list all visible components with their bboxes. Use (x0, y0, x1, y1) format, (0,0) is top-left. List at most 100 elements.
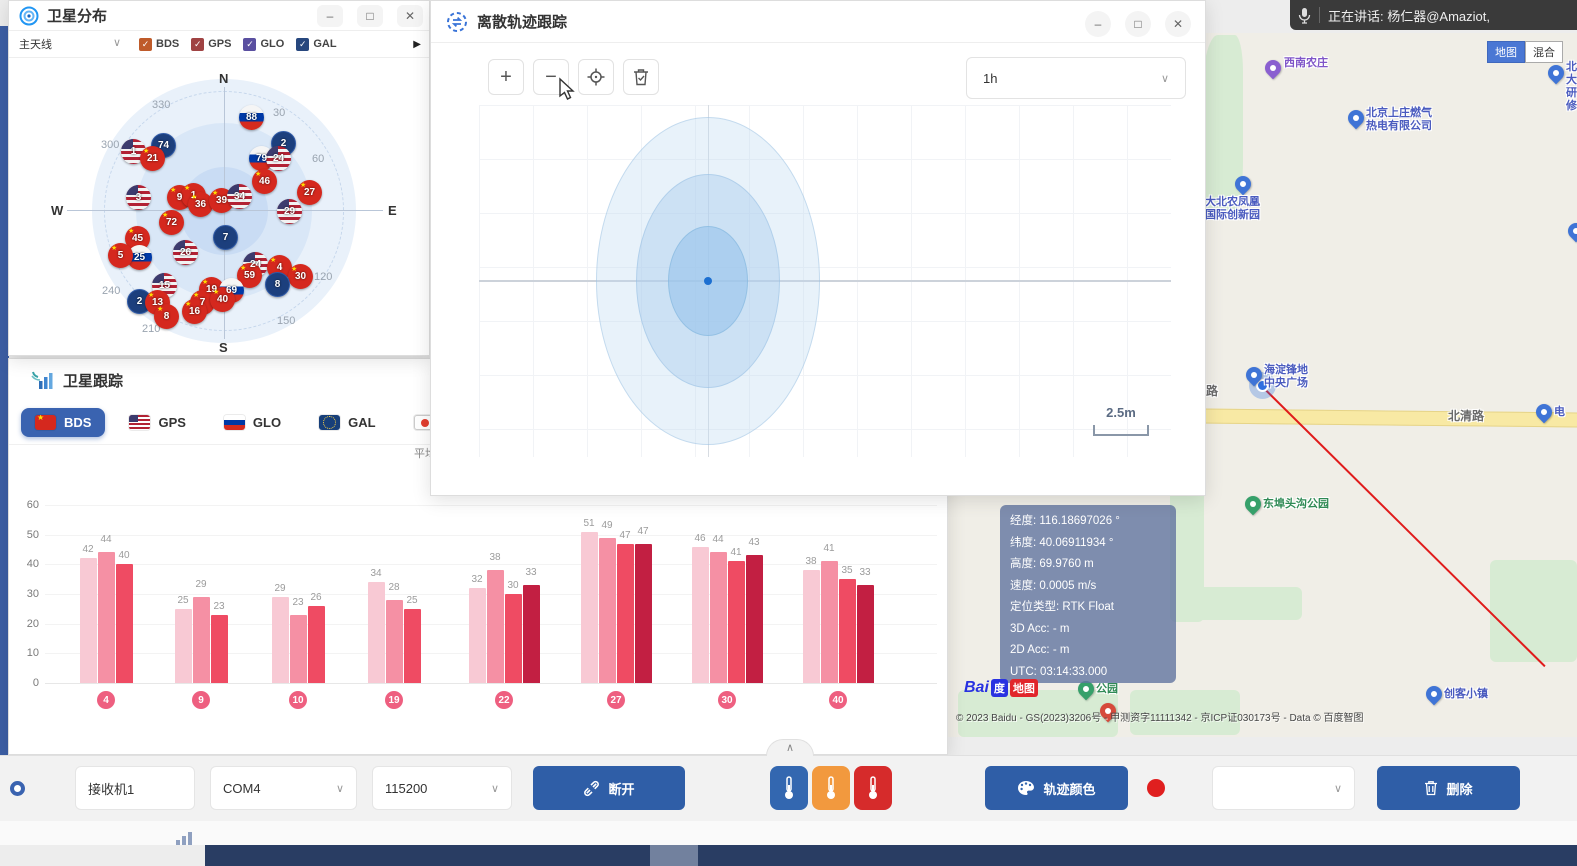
bar-value-label: 23 (207, 601, 231, 612)
close-icon[interactable]: ✕ (397, 5, 423, 27)
tab-gal[interactable]: GAL (305, 408, 389, 437)
filter-glo[interactable]: ✓ GLO (243, 38, 284, 51)
satellite-bds-46[interactable]: ★46 (252, 169, 277, 194)
receiver-radio-indicator[interactable] (10, 781, 25, 796)
satellite-bds-72[interactable]: ★72 (159, 210, 184, 235)
y-axis-tick: 20 (13, 618, 39, 630)
collapse-toolbar-button[interactable]: ∧ (766, 739, 814, 756)
category-badge-4: 4 (97, 691, 115, 709)
maximize-icon[interactable]: □ (1125, 11, 1151, 37)
track-color-button[interactable]: 轨迹颜色 (985, 766, 1128, 810)
scale-bracket (1093, 425, 1149, 436)
temperature-button-blue[interactable] (770, 766, 808, 810)
map-pin-东埠头沟公园[interactable] (1242, 493, 1265, 516)
bar-sat9-2 (211, 615, 228, 683)
satellite-gal-7[interactable]: 7 (213, 225, 238, 250)
track-select[interactable]: ∨ (1212, 766, 1355, 810)
bar-sat4-1 (98, 552, 115, 683)
bar-value-label: 44 (706, 534, 730, 545)
bar-sat40-0 (803, 570, 820, 683)
satellite-gps-26[interactable]: 26 (173, 240, 198, 265)
satellite-tracking-icon (31, 369, 55, 391)
filter-bds[interactable]: ✓ BDS (139, 38, 179, 51)
bar-sat10-0 (272, 597, 289, 683)
receiver-name-input[interactable]: 接收机1 (75, 766, 195, 810)
recenter-button[interactable] (578, 59, 614, 95)
map-pin-blue[interactable] (1565, 220, 1577, 243)
filter-gal[interactable]: ✓ GAL (296, 38, 336, 51)
tab-label: GAL (348, 415, 375, 430)
play-arrow-icon[interactable]: ▶ (413, 39, 421, 50)
bar-sat27-0 (581, 532, 598, 683)
disconnect-button[interactable]: 断开 (533, 766, 685, 810)
temperature-button-orange[interactable] (812, 766, 850, 810)
filter-gps[interactable]: ✓ GPS (191, 38, 231, 51)
satellite-gps-34[interactable]: 34 (227, 184, 252, 209)
thermometer-icon (783, 776, 795, 800)
satellite-bds-5[interactable]: ★5 (108, 243, 133, 268)
satellite-gps-29[interactable]: 29 (277, 199, 302, 224)
skyplot: N S W E 33030601201502102403008827924★46… (9, 59, 431, 357)
azimuth-label-120: 120 (314, 271, 332, 283)
map-label: 创客小镇 (1444, 688, 1488, 701)
delete-button[interactable]: 删除 (1377, 766, 1520, 810)
tab-label: GLO (253, 415, 281, 430)
position-info-panel: 经度: 116.18697026 °纬度: 40.06911934 °高度: 6… (1000, 505, 1176, 683)
satellite-gal-8[interactable]: 8 (265, 272, 290, 297)
map-pin-创客小镇[interactable] (1423, 683, 1446, 706)
chart-gridline (45, 683, 937, 684)
compass-north: N (219, 71, 228, 86)
satellite-bds-30[interactable]: ★30 (288, 264, 313, 289)
antenna-select[interactable]: 主天线 ∨ (9, 36, 127, 52)
satellite-bds-27[interactable]: ★27 (297, 180, 322, 205)
map-label: 东埠头沟公园 (1263, 498, 1329, 511)
bar-sat4-0 (80, 558, 97, 683)
chevron-down-icon: ∨ (336, 782, 344, 795)
chevron-down-icon: ∨ (491, 782, 499, 795)
map-label: 公园 (1096, 683, 1118, 696)
baud-rate-select[interactable]: 115200 ∨ (372, 766, 512, 810)
azimuth-label-240: 240 (102, 285, 120, 297)
filter-label: BDS (156, 38, 179, 50)
tab-label: GPS (158, 415, 185, 430)
minimize-icon[interactable]: – (317, 5, 343, 27)
map-type-map-button[interactable]: 地图 (1487, 41, 1525, 63)
crosshair-icon (587, 68, 605, 86)
trash-icon (1424, 780, 1438, 796)
tab-gps[interactable]: GPS (115, 408, 199, 437)
map-label: 电 (1554, 406, 1565, 419)
map-pin-北京上庄燃气[interactable] (1345, 107, 1368, 130)
satellite-bds-8[interactable]: ★8 (154, 304, 179, 329)
minimize-icon[interactable]: – (1085, 11, 1111, 37)
trajectory-x-axis (479, 280, 1171, 282)
tab-bds[interactable]: BDS (21, 408, 105, 437)
microphone-icon (1298, 7, 1311, 24)
map-pin-西南农庄[interactable] (1262, 57, 1285, 80)
map-type-hybrid-button[interactable]: 混合 (1525, 41, 1563, 63)
info-line: 定位类型: RTK Float (1010, 597, 1166, 619)
satellite-gps-24[interactable]: 24 (266, 146, 291, 171)
temperature-button-red[interactable] (854, 766, 892, 810)
azimuth-label-60: 60 (312, 153, 324, 165)
map-pin-北大：[interactable] (1545, 62, 1568, 85)
com-port-value: COM4 (223, 781, 261, 796)
checkbox-checked-icon: ✓ (296, 38, 309, 51)
delete-label: 删除 (1446, 779, 1472, 798)
maximize-icon[interactable]: □ (357, 5, 383, 27)
satellite-gps-3[interactable]: 3 (126, 185, 151, 210)
close-icon[interactable]: ✕ (1165, 11, 1191, 37)
tab-glo[interactable]: GLO (210, 408, 295, 437)
time-range-value: 1h (983, 71, 997, 86)
satellite-glo-88[interactable]: 88 (239, 105, 264, 130)
thermometer-icon (867, 776, 879, 800)
time-range-select[interactable]: 1h ∨ (966, 57, 1186, 99)
clear-track-button[interactable] (623, 59, 659, 95)
bar-value-label: 33 (853, 567, 877, 578)
com-port-select[interactable]: COM4 ∨ (210, 766, 357, 810)
scale-label: 2.5m (1093, 405, 1149, 420)
baidu-logo: Bai 度 地图 (964, 679, 1038, 697)
zoom-in-button[interactable]: + (488, 59, 524, 95)
track-color-swatch[interactable] (1147, 779, 1165, 797)
bar-value-label: 29 (189, 579, 213, 590)
chart-gridline (45, 505, 937, 506)
